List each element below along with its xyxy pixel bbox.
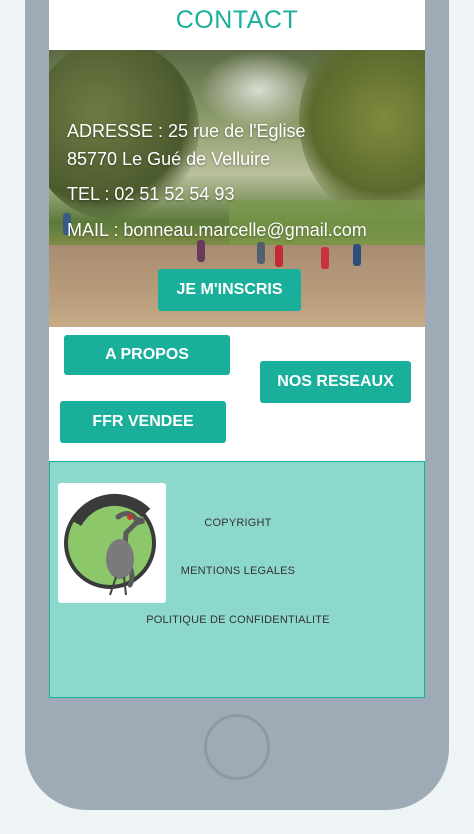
signup-button[interactable]: JE M'INSCRIS [158, 269, 301, 311]
about-button[interactable]: A PROPOS [64, 335, 230, 375]
footer: COPYRIGHT MENTIONS LEGALES POLITIQUE DE … [49, 461, 425, 698]
hero-image: ADRESSE : 25 rue de l'Eglise 85770 Le Gu… [49, 50, 425, 327]
home-button[interactable] [204, 714, 270, 780]
heron-logo-icon [64, 493, 156, 596]
page-title: CONTACT [175, 6, 299, 34]
networks-button[interactable]: NOS RESEAUX [260, 361, 411, 403]
club-logo[interactable] [58, 483, 166, 603]
footer-link-legal[interactable]: MENTIONS LEGALES [50, 565, 426, 577]
footer-link-copyright[interactable]: COPYRIGHT [50, 517, 426, 529]
email-address[interactable]: MAIL : bonneau.marcelle@gmail.com [67, 220, 367, 241]
ffr-vendee-button[interactable]: FFR VENDEE [60, 401, 226, 443]
address-line-2: 85770 Le Gué de Velluire [67, 149, 271, 169]
phone-number: TEL : 02 51 52 54 93 [67, 184, 235, 204]
footer-link-privacy[interactable]: POLITIQUE DE CONFIDENTIALITE [50, 614, 426, 626]
address-line-1: ADRESSE : 25 rue de l'Eglise [67, 121, 306, 141]
